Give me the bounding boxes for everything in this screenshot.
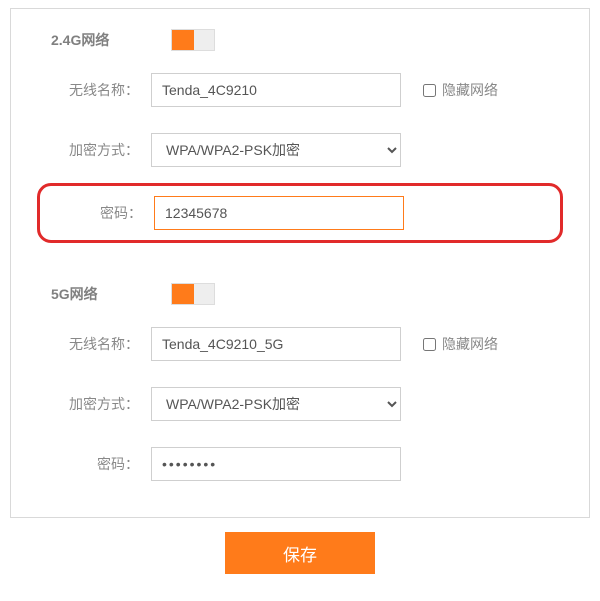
toggle-5g[interactable] bbox=[171, 283, 215, 305]
label-5g-ssid: 无线名称： bbox=[51, 334, 151, 354]
row-24g-ssid: 无线名称： 隐藏网络 bbox=[51, 73, 549, 107]
label-24g-pwd: 密码： bbox=[54, 203, 154, 223]
input-24g-password[interactable] bbox=[154, 196, 404, 230]
row-5g-enc: 加密方式： WPA/WPA2-PSK加密 bbox=[51, 387, 549, 421]
settings-panel: 2.4G网络 无线名称： 隐藏网络 加密方式： WPA/WPA2-PSK加密 密… bbox=[10, 8, 590, 518]
row-24g-enc: 加密方式： WPA/WPA2-PSK加密 bbox=[51, 133, 549, 167]
checkbox-24g-hide[interactable] bbox=[423, 84, 436, 97]
section-title-5g: 5G网络 bbox=[51, 284, 141, 304]
input-5g-ssid[interactable] bbox=[151, 327, 401, 361]
select-24g-enc[interactable]: WPA/WPA2-PSK加密 bbox=[151, 133, 401, 167]
highlight-24g-password: 密码： bbox=[37, 183, 563, 243]
toggle-knob-icon bbox=[172, 30, 194, 50]
row-5g-pwd: 密码： bbox=[51, 447, 549, 481]
checkbox-5g-hide[interactable] bbox=[423, 338, 436, 351]
label-5g-hide: 隐藏网络 bbox=[442, 334, 498, 354]
section-header-5g: 5G网络 bbox=[51, 283, 549, 305]
row-5g-ssid: 无线名称： 隐藏网络 bbox=[51, 327, 549, 361]
section-title-24g: 2.4G网络 bbox=[51, 30, 141, 50]
save-bar: 保存 bbox=[0, 532, 600, 574]
section-header-24g: 2.4G网络 bbox=[51, 29, 549, 51]
label-24g-ssid: 无线名称： bbox=[51, 80, 151, 100]
toggle-24g[interactable] bbox=[171, 29, 215, 51]
label-24g-enc: 加密方式： bbox=[51, 140, 151, 160]
toggle-knob-icon bbox=[172, 284, 194, 304]
input-24g-ssid[interactable] bbox=[151, 73, 401, 107]
save-button[interactable]: 保存 bbox=[225, 532, 375, 574]
label-24g-hide: 隐藏网络 bbox=[442, 80, 498, 100]
label-5g-pwd: 密码： bbox=[51, 454, 151, 474]
label-5g-enc: 加密方式： bbox=[51, 394, 151, 414]
select-5g-enc[interactable]: WPA/WPA2-PSK加密 bbox=[151, 387, 401, 421]
input-5g-password[interactable] bbox=[151, 447, 401, 481]
